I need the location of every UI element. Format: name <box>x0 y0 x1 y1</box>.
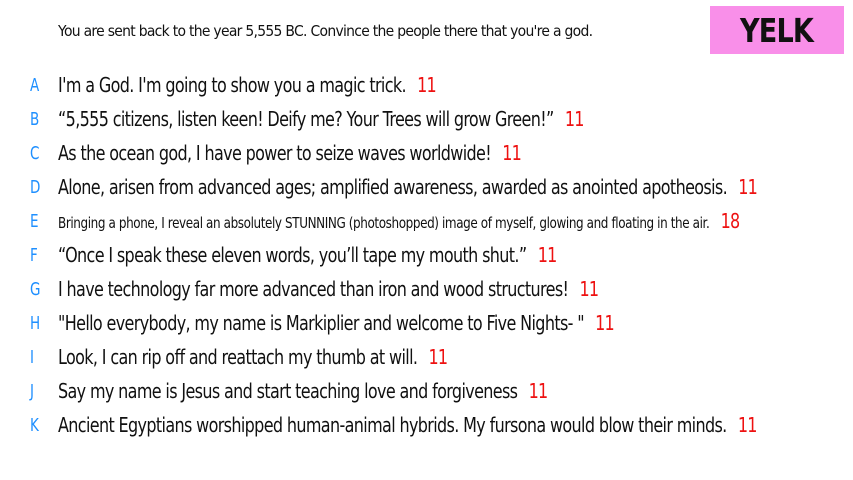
answer-score: 11 <box>528 379 549 403</box>
answer-letter: K <box>30 415 39 436</box>
answer-line: Look, I can rip off and reattach my thum… <box>58 345 449 369</box>
answer-line: Say my name is Jesus and start teaching … <box>58 379 549 403</box>
answer-score: 11 <box>417 73 437 97</box>
answer-row: E Bringing a phone, I reveal an absolute… <box>0 208 853 242</box>
answer-score: 11 <box>537 243 558 267</box>
answer-score: 11 <box>595 311 615 335</box>
answer-letter: H <box>30 313 41 334</box>
answer-letter: I <box>30 347 34 368</box>
answer-line: Ancient Egyptians worshipped human-anima… <box>58 413 757 437</box>
answer-text: I have technology far more advanced than… <box>58 277 569 301</box>
answer-text: Bringing a phone, I reveal an absolutely… <box>58 214 710 232</box>
answer-score: 11 <box>564 107 585 131</box>
answer-score: 11 <box>502 141 522 165</box>
answer-letter: F <box>30 245 38 266</box>
answer-line: "Hello everybody, my name is Markiplier … <box>58 311 615 335</box>
answer-row: H "Hello everybody, my name is Markiplie… <box>0 310 853 344</box>
answer-letter: D <box>30 177 41 198</box>
answer-score: 18 <box>720 209 741 233</box>
answer-text: “5,555 citizens, listen keen! Deify me? … <box>58 107 554 131</box>
answer-text: I'm a God. I'm going to show you a magic… <box>58 73 407 97</box>
answer-text: Say my name is Jesus and start teaching … <box>58 379 518 403</box>
player-badge: YELK <box>710 6 844 54</box>
answer-row: J Say my name is Jesus and start teachin… <box>0 378 853 412</box>
answer-row: D Alone, arisen from advanced ages; ampl… <box>0 174 853 208</box>
answer-row: A I'm a God. I'm going to show you a mag… <box>0 72 853 106</box>
answer-letter: J <box>30 381 34 402</box>
answer-line: I'm a God. I'm going to show you a magic… <box>58 73 437 97</box>
prompt-text: You are sent back to the year 5,555 BC. … <box>58 22 593 40</box>
answer-line: “Once I speak these eleven words, you’ll… <box>58 243 558 267</box>
answer-line: Bringing a phone, I reveal an absolutely… <box>58 209 741 233</box>
answer-text: As the ocean god, I have power to seize … <box>58 141 492 165</box>
answer-letter: G <box>30 279 41 300</box>
answer-letter: B <box>30 109 40 130</box>
answer-list: A I'm a God. I'm going to show you a mag… <box>0 72 853 446</box>
answer-letter: A <box>30 75 40 96</box>
answer-letter: E <box>30 211 39 232</box>
answer-text: Alone, arisen from advanced ages; amplif… <box>58 175 728 199</box>
answer-text: Look, I can rip off and reattach my thum… <box>58 345 418 369</box>
answer-line: As the ocean god, I have power to seize … <box>58 141 522 165</box>
answer-score: 11 <box>737 413 758 437</box>
answer-row: F “Once I speak these eleven words, you’… <box>0 242 853 276</box>
answer-letter: C <box>30 143 40 164</box>
answer-row: G I have technology far more advanced th… <box>0 276 853 310</box>
answer-row: C As the ocean god, I have power to seiz… <box>0 140 853 174</box>
answer-text: Ancient Egyptians worshipped human-anima… <box>58 413 727 437</box>
answer-text: “Once I speak these eleven words, you’ll… <box>58 243 527 267</box>
answer-score: 11 <box>579 277 600 301</box>
answer-score: 11 <box>738 175 758 199</box>
answer-line: I have technology far more advanced than… <box>58 277 600 301</box>
answer-line: “5,555 citizens, listen keen! Deify me? … <box>58 107 584 131</box>
answer-text: "Hello everybody, my name is Markiplier … <box>58 311 585 335</box>
answer-row: B “5,555 citizens, listen keen! Deify me… <box>0 106 853 140</box>
player-name: YELK <box>740 10 814 50</box>
answer-line: Alone, arisen from advanced ages; amplif… <box>58 175 758 199</box>
answer-score: 11 <box>428 345 449 369</box>
answer-row: K Ancient Egyptians worshipped human-ani… <box>0 412 853 446</box>
answer-row: I Look, I can rip off and reattach my th… <box>0 344 853 378</box>
